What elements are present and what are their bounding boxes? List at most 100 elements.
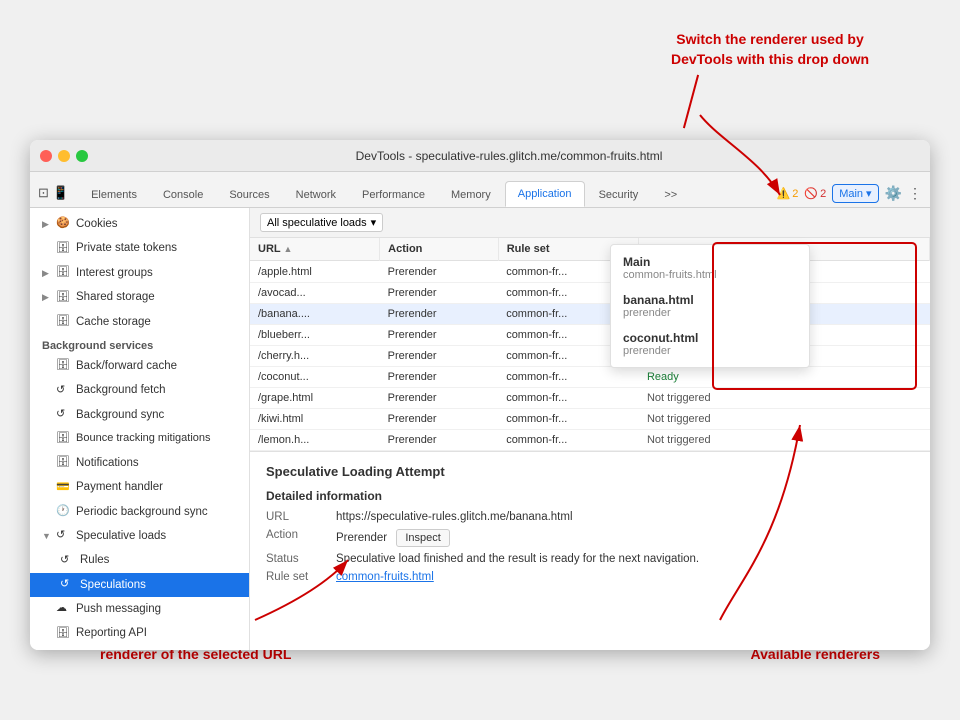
tab-performance[interactable]: Performance bbox=[350, 183, 437, 207]
backforward-icon: 🗄 bbox=[56, 357, 70, 375]
col-url[interactable]: URL ▲ bbox=[250, 238, 380, 261]
expand-icon: ▶ bbox=[42, 266, 52, 280]
tab-network[interactable]: Network bbox=[284, 183, 348, 207]
table-row[interactable]: /kiwi.html Prerender common-fr... Not tr… bbox=[250, 409, 930, 430]
sidebar-item-bounce-tracking[interactable]: 🗄 Bounce tracking mitigations bbox=[30, 427, 249, 451]
more-icon[interactable]: ⋮ bbox=[908, 185, 922, 202]
cell-url: /banana.... bbox=[250, 304, 380, 325]
cell-action: Prerender bbox=[380, 261, 499, 283]
inspect-icon[interactable]: ⊡ bbox=[38, 185, 49, 201]
speculative-loads-icon: ↺ bbox=[56, 527, 70, 545]
cell-ruleset: common-fr... bbox=[498, 409, 639, 430]
cell-status: Not triggered bbox=[639, 430, 930, 451]
status-label: Status bbox=[266, 553, 336, 565]
cell-action: Prerender bbox=[380, 409, 499, 430]
shared-storage-icon: 🗄 bbox=[56, 289, 70, 307]
cell-ruleset: common-fr... bbox=[498, 367, 639, 388]
url-label: URL bbox=[266, 511, 336, 523]
sidebar-item-periodic-sync[interactable]: 🕐 Periodic background sync bbox=[30, 500, 249, 524]
sidebar-item-bg-sync[interactable]: ↺ Background sync bbox=[30, 403, 249, 427]
sidebar-item-bg-fetch[interactable]: ↺ Background fetch bbox=[30, 378, 249, 402]
device-icon[interactable]: 📱 bbox=[53, 185, 69, 201]
error-badge: 🚫 2 bbox=[804, 187, 826, 200]
tab-bar: ⊡ 📱 Elements Console Sources Network Per… bbox=[30, 172, 930, 208]
private-state-icon: 🗄 bbox=[56, 240, 70, 258]
tab-bar-icons: ⊡ 📱 bbox=[38, 185, 69, 207]
cell-url: /avocad... bbox=[250, 283, 380, 304]
sidebar-item-backforward[interactable]: 🗄 Back/forward cache bbox=[30, 354, 249, 378]
main-content: ▶ 🍪 Cookies 🗄 Private state tokens ▶ 🗄 I… bbox=[30, 208, 930, 650]
ruleset-label: Rule set bbox=[266, 571, 336, 583]
tab-elements[interactable]: Elements bbox=[79, 183, 149, 207]
tab-application[interactable]: Application bbox=[505, 181, 585, 207]
renderer-option-banana[interactable]: banana.html prerender bbox=[611, 287, 809, 325]
action-value: Prerender Inspect bbox=[336, 529, 914, 547]
expand-icon: ▶ bbox=[42, 290, 52, 304]
filter-arrow-icon: ▾ bbox=[371, 216, 377, 229]
renderer-select[interactable]: Main ▾ bbox=[832, 184, 878, 203]
sidebar-item-speculations[interactable]: ↺ Speculations bbox=[30, 573, 249, 597]
cell-action: Prerender bbox=[380, 430, 499, 451]
table-row[interactable]: /lemon.h... Prerender common-fr... Not t… bbox=[250, 430, 930, 451]
maximize-button[interactable] bbox=[76, 150, 88, 162]
table-row[interactable]: /avocad... Prerender common-fr... Not tr… bbox=[250, 283, 930, 304]
minimize-button[interactable] bbox=[58, 150, 70, 162]
renderer-dropdown: Main common-fruits.html banana.html prer… bbox=[610, 244, 810, 368]
table-row[interactable]: /coconut... Prerender common-fr... Ready bbox=[250, 367, 930, 388]
traffic-lights bbox=[40, 150, 88, 162]
sidebar-item-push-messaging[interactable]: ☁ Push messaging bbox=[30, 597, 249, 621]
devtools-window: DevTools - speculative-rules.glitch.me/c… bbox=[30, 140, 930, 650]
sidebar-item-notifications[interactable]: 🗄 Notifications bbox=[30, 451, 249, 475]
sidebar-item-payment[interactable]: 💳 Payment handler bbox=[30, 475, 249, 499]
filter-dropdown[interactable]: All speculative loads ▾ bbox=[260, 213, 383, 232]
sidebar-item-reporting[interactable]: 🗄 Reporting API bbox=[30, 621, 249, 645]
tab-security[interactable]: Security bbox=[587, 183, 651, 207]
tab-console[interactable]: Console bbox=[151, 183, 215, 207]
expand-icon: ▶ bbox=[42, 217, 52, 231]
sidebar-item-speculative-loads[interactable]: ▼ ↺ Speculative loads bbox=[30, 524, 249, 548]
cell-status: Not triggered bbox=[639, 388, 930, 409]
renderer-option-main[interactable]: Main common-fruits.html bbox=[611, 249, 809, 287]
cell-action: Prerender bbox=[380, 367, 499, 388]
table-row[interactable]: /cherry.h... Prerender common-fr... Not … bbox=[250, 346, 930, 367]
cache-storage-icon: 🗄 bbox=[56, 313, 70, 331]
cell-ruleset: common-fr... bbox=[498, 430, 639, 451]
warning-count: 2 bbox=[792, 188, 798, 200]
cell-status: Not triggered bbox=[639, 409, 930, 430]
table-row[interactable]: /grape.html Prerender common-fr... Not t… bbox=[250, 388, 930, 409]
status-not-triggered: Not triggered bbox=[647, 413, 711, 425]
window-title: DevTools - speculative-rules.glitch.me/c… bbox=[98, 149, 920, 163]
cell-action: Prerender bbox=[380, 346, 499, 367]
bg-sync-icon: ↺ bbox=[56, 406, 70, 424]
inspect-button[interactable]: Inspect bbox=[396, 529, 449, 547]
bg-services-header: Background services bbox=[30, 334, 249, 354]
warning-badge: ⚠️ 2 bbox=[777, 187, 799, 200]
cell-url: /coconut... bbox=[250, 367, 380, 388]
tab-more[interactable]: >> bbox=[652, 183, 689, 207]
sidebar-item-rules[interactable]: ↺ Rules bbox=[30, 548, 249, 572]
sidebar-item-private-state[interactable]: 🗄 Private state tokens bbox=[30, 236, 249, 260]
periodic-sync-icon: 🕐 bbox=[56, 503, 70, 521]
sidebar-item-shared-storage[interactable]: ▶ 🗄 Shared storage bbox=[30, 285, 249, 309]
error-icon: 🚫 bbox=[804, 187, 818, 200]
table-row[interactable]: /blueberr... Prerender common-fr... Not … bbox=[250, 325, 930, 346]
table-row[interactable]: /banana.... Prerender common-fr... Ready bbox=[250, 304, 930, 325]
tab-memory[interactable]: Memory bbox=[439, 183, 503, 207]
tab-sources[interactable]: Sources bbox=[217, 183, 281, 207]
col-action[interactable]: Action bbox=[380, 238, 499, 261]
sidebar-item-cookies[interactable]: ▶ 🍪 Cookies bbox=[30, 212, 249, 236]
sidebar-item-cache-storage[interactable]: 🗄 Cache storage bbox=[30, 310, 249, 334]
status-value: Speculative load finished and the result… bbox=[336, 553, 914, 565]
close-button[interactable] bbox=[40, 150, 52, 162]
bounce-tracking-icon: 🗄 bbox=[56, 430, 70, 448]
url-value: https://speculative-rules.glitch.me/bana… bbox=[336, 511, 914, 523]
ruleset-value[interactable]: common-fruits.html bbox=[336, 571, 914, 583]
table-row[interactable]: /apple.html Prerender common-fr... ❌ Fai… bbox=[250, 261, 930, 283]
detail-row-status: Status Speculative load finished and the… bbox=[266, 553, 914, 565]
panel-toolbar: All speculative loads ▾ bbox=[250, 208, 930, 238]
settings-icon[interactable]: ⚙️ bbox=[885, 185, 902, 202]
renderer-option-coconut[interactable]: coconut.html prerender bbox=[611, 325, 809, 363]
sidebar-item-interest-groups[interactable]: ▶ 🗄 Interest groups bbox=[30, 261, 249, 285]
speculative-table: URL ▲ Action Rule set Status /apple.html… bbox=[250, 238, 930, 451]
speculative-table-container: URL ▲ Action Rule set Status /apple.html… bbox=[250, 238, 930, 452]
